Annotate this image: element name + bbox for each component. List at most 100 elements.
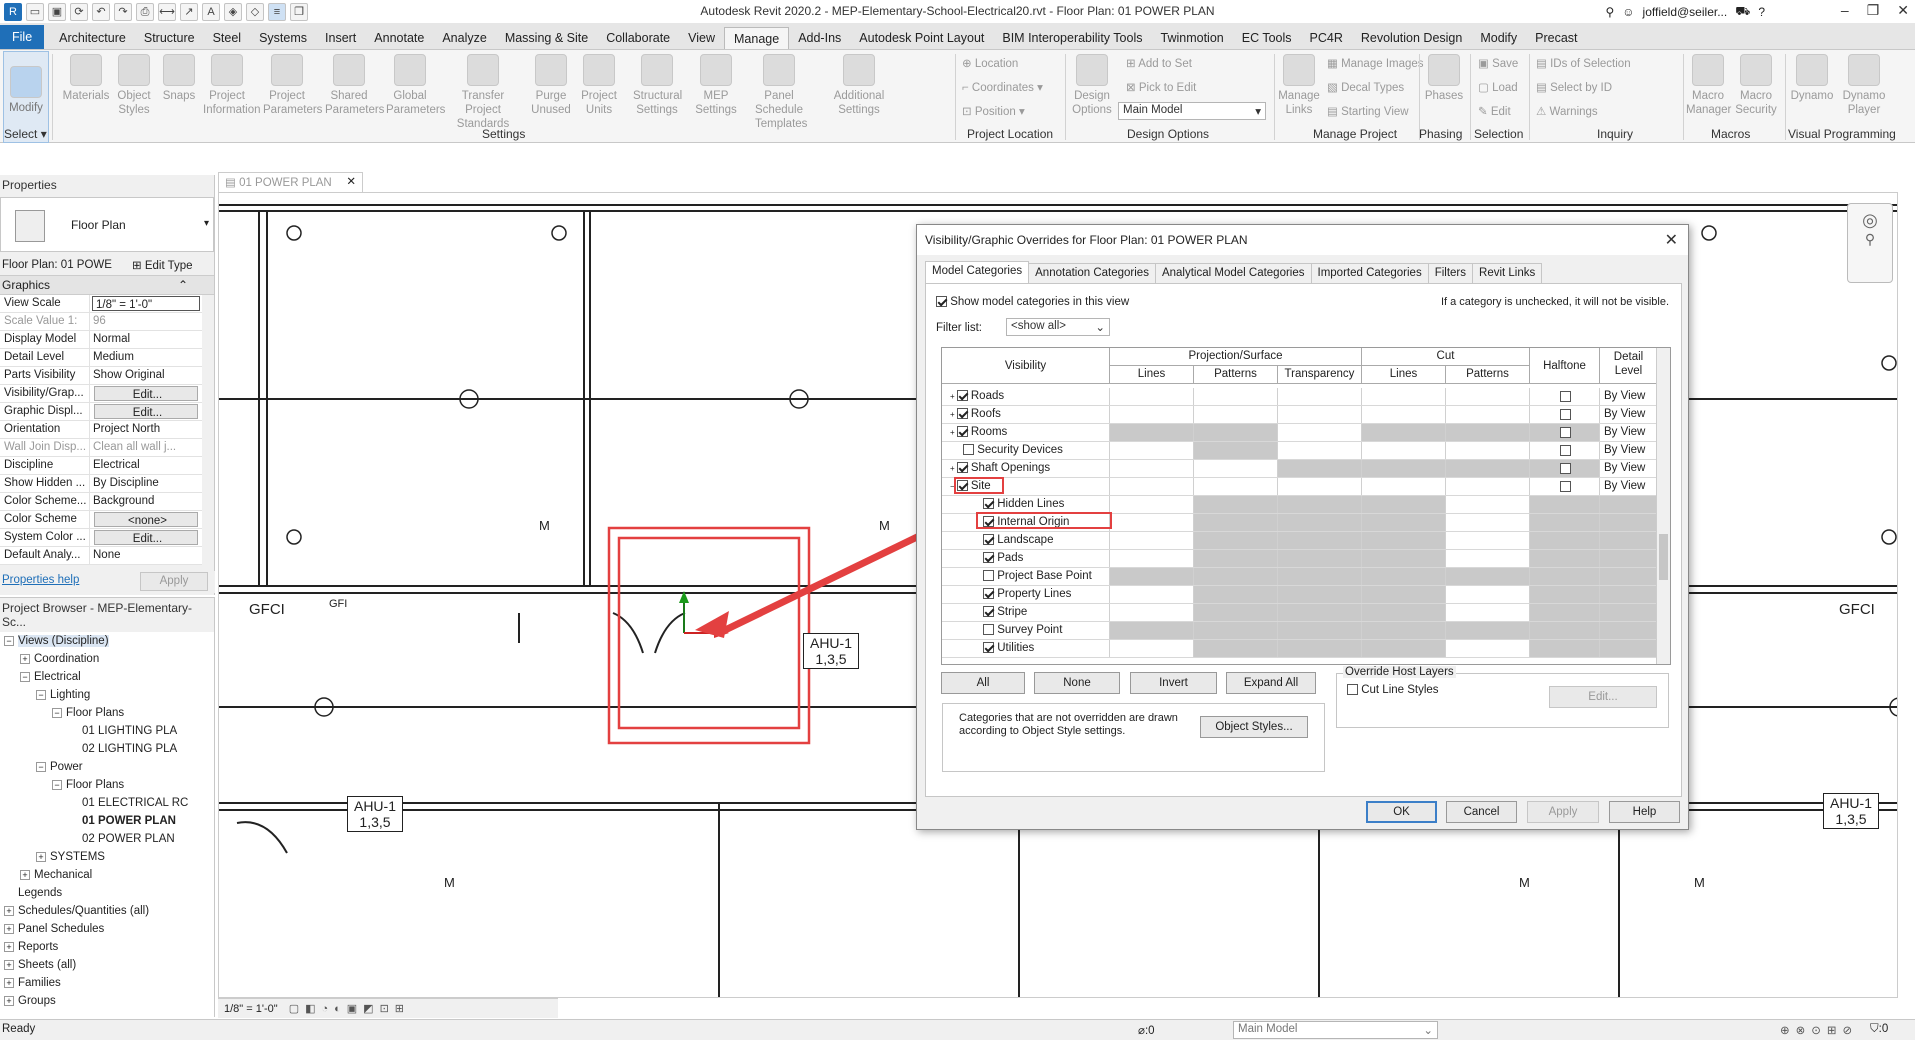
ribbon-mep-settings-button[interactable]: MEP Settings	[692, 54, 740, 117]
invert-button[interactable]: Invert	[1130, 672, 1217, 694]
property-row[interactable]: Graphic Displ... Edit...	[0, 403, 202, 421]
property-value[interactable]: Edit...	[94, 530, 198, 545]
browser-item[interactable]: − Views (Discipline)	[0, 632, 214, 650]
dialog-tab-analytical-model-categories[interactable]: Analytical Model Categories	[1154, 263, 1312, 285]
halftone-checkbox[interactable]	[1560, 463, 1571, 474]
property-value[interactable]: Project North	[90, 421, 202, 438]
ribbon-tab-pc4r[interactable]: PC4R	[1301, 27, 1352, 49]
halftone-checkbox[interactable]	[1560, 409, 1571, 420]
ribbon-tab-twinmotion[interactable]: Twinmotion	[1152, 27, 1233, 49]
visibility-column-header[interactable]: Visibility	[942, 348, 1110, 384]
expand-icon[interactable]: +	[950, 410, 955, 419]
property-value[interactable]: Background	[90, 493, 202, 510]
ids-of-selection-button[interactable]: ▤ IDs of Selection	[1536, 56, 1631, 70]
expand-icon[interactable]: +	[4, 995, 14, 1006]
apply-button[interactable]: Apply	[1527, 801, 1599, 823]
category-visibility-checkbox[interactable]	[983, 570, 994, 582]
category-row[interactable]: + Shaft Openings By View	[942, 460, 1658, 478]
dialog-tab-model-categories[interactable]: Model Categories	[925, 261, 1030, 283]
manage-images-button[interactable]: ▦ Manage Images	[1327, 56, 1424, 70]
property-value[interactable]: 1/8" = 1'-0"	[92, 296, 200, 311]
instance-filter[interactable]: Floor Plan: 01 POWE	[0, 259, 128, 271]
property-row[interactable]: Discipline Electrical	[0, 457, 202, 475]
none-button[interactable]: None	[1034, 672, 1120, 694]
property-row[interactable]: Color Scheme... Background	[0, 493, 202, 511]
load-selection-button[interactable]: ▢ Load	[1478, 80, 1518, 94]
main-model-select[interactable]: Main Model ▾	[1118, 102, 1266, 120]
save-selection-button[interactable]: ▣ Save	[1478, 56, 1518, 70]
coordinates-button[interactable]: ⌐ Coordinates ▾	[962, 80, 1043, 94]
expand-icon[interactable]: −	[20, 671, 30, 682]
warnings-button[interactable]: ⚠ Warnings	[1536, 104, 1598, 118]
category-visibility-checkbox[interactable]	[983, 624, 994, 636]
decal-types-button[interactable]: ▧ Decal Types	[1327, 80, 1404, 94]
detail-level-value[interactable]: By View	[1604, 390, 1645, 402]
ribbon-transfer-project-standards-button[interactable]: Transfer Project Standards	[447, 54, 519, 131]
browser-item[interactable]: − Electrical	[0, 668, 214, 686]
cancel-button[interactable]: Cancel	[1446, 801, 1517, 823]
proj-lines-header[interactable]: Lines	[1110, 366, 1194, 384]
ribbon-tab-add-ins[interactable]: Add-Ins	[789, 27, 850, 49]
property-row[interactable]: Show Hidden ... By Discipline	[0, 475, 202, 493]
type-selector[interactable]: Floor Plan ▾	[0, 197, 214, 252]
browser-item[interactable]: 01 ELECTRICAL RC	[0, 794, 214, 812]
pick-to-edit-button[interactable]: ⊠ Pick to Edit	[1126, 80, 1196, 94]
phases-button[interactable]: Phases	[1422, 54, 1466, 103]
view-scale-control[interactable]: 1/8" = 1'-0"	[224, 1003, 278, 1015]
ribbon-tab-bim-interoperability-tools[interactable]: BIM Interoperability Tools	[993, 27, 1151, 49]
category-visibility-checkbox[interactable]	[983, 606, 994, 618]
detail-level-value[interactable]: By View	[1604, 462, 1645, 474]
category-visibility-checkbox[interactable]	[963, 444, 974, 456]
all-button[interactable]: All	[941, 672, 1025, 694]
close-icon[interactable]: ✕	[1897, 2, 1909, 19]
ribbon-tab-steel[interactable]: Steel	[204, 27, 251, 49]
property-value[interactable]: None	[90, 547, 202, 564]
ribbon-tab-insert[interactable]: Insert	[316, 27, 365, 49]
category-visibility-checkbox[interactable]	[956, 462, 968, 474]
property-row[interactable]: System Color ... Edit...	[0, 529, 202, 547]
expand-icon[interactable]: +	[4, 959, 14, 970]
browser-item[interactable]: − Floor Plans	[0, 704, 214, 722]
projection-surface-header[interactable]: Projection/Surface	[1110, 348, 1362, 366]
category-row[interactable]: Stripe	[942, 604, 1658, 622]
expand-icon[interactable]: +	[950, 428, 955, 437]
category-row[interactable]: Pads	[942, 550, 1658, 568]
ribbon-panel-schedule-templates-button[interactable]: Panel Schedule Templates	[755, 54, 807, 131]
browser-item[interactable]: + Coordination	[0, 650, 214, 668]
expand-icon[interactable]: −	[52, 707, 62, 718]
zoom-icon[interactable]: ⚲	[1848, 231, 1892, 248]
browser-item[interactable]: + SYSTEMS	[0, 848, 214, 866]
ribbon-project-units-button[interactable]: Project Units	[575, 54, 623, 117]
halftone-checkbox[interactable]	[1560, 391, 1571, 402]
expand-icon[interactable]: +	[950, 392, 955, 401]
cut-header[interactable]: Cut	[1362, 348, 1530, 366]
graphics-section[interactable]: Graphics ⌃	[0, 276, 214, 295]
expand-icon[interactable]: −	[4, 635, 14, 646]
category-visibility-checkbox[interactable]	[956, 408, 968, 420]
design-options-button[interactable]: Design Options	[1068, 54, 1116, 117]
ribbon-project-information-button[interactable]: Project Information	[203, 54, 261, 117]
minimize-icon[interactable]: –	[1841, 2, 1849, 19]
edit-host-layers-button[interactable]: Edit...	[1549, 686, 1657, 708]
expand-icon[interactable]: −	[36, 689, 46, 700]
expand-icon[interactable]: +	[4, 905, 14, 916]
property-value[interactable]: Show Original	[90, 367, 202, 384]
properties-help-link[interactable]: Properties help	[2, 574, 79, 586]
category-visibility-checkbox[interactable]	[956, 426, 968, 438]
detail-level-header[interactable]: Detail Level	[1600, 348, 1658, 384]
add-to-set-button[interactable]: ⊞ Add to Set	[1126, 56, 1192, 70]
ribbon-tab-revolution-design[interactable]: Revolution Design	[1352, 27, 1471, 49]
property-row[interactable]: Visibility/Grap... Edit...	[0, 385, 202, 403]
category-row[interactable]: Project Base Point	[942, 568, 1658, 586]
filter-count[interactable]: ⛉:0	[1870, 1023, 1888, 1036]
ribbon-snaps-button[interactable]: Snaps	[155, 54, 203, 103]
selection-filter-icons[interactable]: ⊕⊗⊙⊞⊘	[1780, 1023, 1858, 1037]
property-value[interactable]: By Discipline	[90, 475, 202, 492]
category-row[interactable]: Utilities	[942, 640, 1658, 658]
ribbon-additional-settings-button[interactable]: Additional Settings	[832, 54, 886, 117]
ribbon-purge-unused-button[interactable]: Purge Unused	[527, 54, 575, 117]
ribbon-tab-modify[interactable]: Modify	[1471, 27, 1526, 49]
help-icon[interactable]: ?	[1758, 5, 1765, 19]
edit-selection-button[interactable]: ✎ Edit	[1478, 104, 1511, 118]
expand-icon[interactable]: +	[20, 869, 30, 880]
